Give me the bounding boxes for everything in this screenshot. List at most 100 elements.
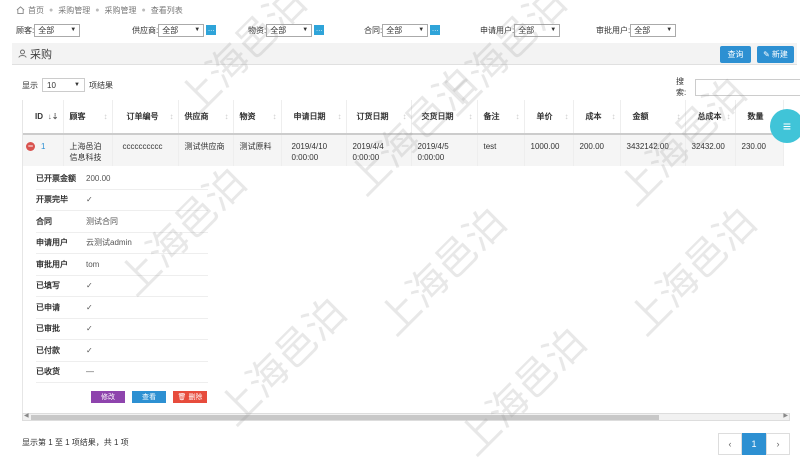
col-header-amount[interactable]: 金额 ↕ bbox=[620, 100, 686, 135]
detail-row-received: 已收货 — bbox=[36, 362, 208, 383]
scroll-left-icon[interactable]: ◀ bbox=[24, 412, 29, 419]
detail-label: 已填写 bbox=[36, 281, 60, 291]
table-summary: 显示第 1 至 1 项结果，共 1 项 bbox=[22, 438, 129, 447]
cell-total-cost: 32432.00 bbox=[685, 134, 736, 166]
cell-order-no: cccccccccc bbox=[112, 134, 179, 166]
collapse-row-icon[interactable]: − bbox=[26, 142, 35, 151]
dot-separator-icon: ● bbox=[141, 6, 146, 14]
query-button[interactable]: 查询 bbox=[720, 46, 751, 63]
detail-value: 200.00 bbox=[86, 173, 111, 183]
breadcrumb-item-procurement-2[interactable]: 采购管理 bbox=[104, 5, 136, 16]
detail-label: 开票完毕 bbox=[36, 195, 68, 205]
contract-select[interactable]: 全部 ▼ bbox=[382, 23, 429, 37]
detail-row-filled: 已填写 ✓ bbox=[36, 276, 208, 297]
customer-select[interactable]: 全部 ▼ bbox=[34, 23, 81, 37]
horizontal-scrollbar[interactable]: ◀ ▶ bbox=[22, 413, 790, 421]
breadcrumb: 首页 ● 采购管理 ● 采购管理 ● 查看列表 bbox=[0, 0, 800, 20]
new-button[interactable]: ✎ 新建 bbox=[757, 46, 794, 63]
detail-label: 已开票金额 bbox=[36, 173, 76, 183]
cell-amount: 3432142.00 bbox=[620, 134, 686, 166]
chevron-down-icon: ▼ bbox=[550, 27, 557, 33]
cell-remark: test bbox=[477, 134, 525, 166]
delete-button[interactable]: 🗑 删除 bbox=[173, 391, 207, 403]
material-filter: 物资: 全部 ▼ … bbox=[248, 23, 325, 37]
breadcrumb-item-home[interactable]: 首页 bbox=[28, 5, 44, 16]
detail-row-applicant: 申请用户 云测试admin bbox=[36, 233, 208, 254]
sort-icon: ↕ bbox=[272, 112, 277, 121]
chevron-down-icon: ▼ bbox=[194, 27, 201, 33]
cell-id-value: 1 bbox=[41, 142, 46, 151]
material-select[interactable]: 全部 ▼ bbox=[266, 23, 313, 37]
col-header-order-no[interactable]: 订单编号 ↕ bbox=[112, 100, 179, 135]
view-button[interactable]: 查看 bbox=[132, 391, 166, 403]
detail-row-approver: 审批用户 tom bbox=[36, 254, 208, 276]
chevron-down-icon: ▼ bbox=[418, 27, 425, 33]
col-header-supplier[interactable]: 供应商 ↕ bbox=[178, 100, 234, 135]
col-header-id[interactable]: ID ↓⇣ bbox=[23, 100, 64, 135]
show-label: 显示 bbox=[22, 80, 38, 90]
home-icon bbox=[16, 6, 25, 14]
page-button-1[interactable]: 1 bbox=[742, 433, 766, 455]
col-header-label: 单价 bbox=[536, 112, 553, 121]
col-header-delivery-date[interactable]: 交货日期 ↕ bbox=[411, 100, 478, 135]
detail-row-applied: 已申请 ✓ bbox=[36, 297, 208, 319]
new-button-label: 新建 bbox=[771, 50, 788, 59]
col-header-label: 顾客 bbox=[69, 112, 86, 121]
detail-value: tom bbox=[86, 259, 100, 269]
col-header-label: 成本 bbox=[585, 112, 602, 121]
prev-page-button[interactable]: ‹ bbox=[718, 433, 742, 455]
supplier-select-value: 全部 bbox=[162, 25, 179, 35]
edit-button[interactable]: 修改 bbox=[91, 391, 125, 403]
applicant-select-value: 全部 bbox=[518, 25, 535, 35]
material-select-value: 全部 bbox=[270, 25, 287, 35]
sort-icon: ↕ bbox=[337, 112, 342, 121]
material-quick-button[interactable]: … bbox=[314, 25, 325, 35]
col-header-apply-date[interactable]: 申请日期 ↕ bbox=[281, 100, 347, 135]
breadcrumb-item-procurement[interactable]: 采购管理 bbox=[58, 5, 90, 16]
approver-filter: 审批用户: 全部 ▼ bbox=[596, 23, 677, 37]
approver-select[interactable]: 全部 ▼ bbox=[630, 23, 677, 37]
customer-select-value: 全部 bbox=[38, 25, 55, 35]
supplier-quick-button[interactable]: … bbox=[206, 25, 217, 35]
detail-label: 合同 bbox=[36, 216, 52, 226]
chevron-down-icon: ▼ bbox=[666, 27, 673, 33]
col-header-total-cost[interactable]: 总成本 ↕ bbox=[685, 100, 736, 135]
sort-icon: ↕ bbox=[169, 112, 174, 121]
table-row[interactable]: −1 上海邑泊信息科技 cccccccccc 测试供应商 测试原料 2019/4… bbox=[23, 134, 784, 166]
check-icon: ✓ bbox=[86, 195, 93, 205]
sort-icon: ↕ bbox=[611, 112, 616, 121]
cell-supplier: 测试供应商 bbox=[178, 134, 234, 166]
col-header-order-date[interactable]: 订货日期 ↕ bbox=[346, 100, 412, 135]
col-header-customer[interactable]: 顾客 ↕ bbox=[63, 100, 113, 135]
col-header-cost[interactable]: 成本 ↕ bbox=[573, 100, 621, 135]
col-header-label: 订货日期 bbox=[356, 112, 389, 121]
cell-apply-date: 2019/4/10 0:00:00 bbox=[281, 134, 347, 166]
col-header-label: 物资 bbox=[239, 112, 256, 121]
cell-order-date: 2019/4/4 0:00:00 bbox=[346, 134, 412, 166]
col-header-material[interactable]: 物资 ↕ bbox=[233, 100, 282, 135]
scroll-right-icon[interactable]: ▶ bbox=[783, 412, 788, 419]
col-header-remark[interactable]: 备注 ↕ bbox=[477, 100, 525, 135]
cell-customer: 上海邑泊信息科技 bbox=[63, 134, 113, 166]
pagination: ‹ 1 › bbox=[718, 433, 790, 455]
col-header-label: 供应商 bbox=[184, 112, 209, 121]
applicant-select[interactable]: 全部 ▼ bbox=[514, 23, 561, 37]
filter-bar: 顾客: 全部 ▼ 供应商: 全部 ▼ … 物资: 全部 ▼ … 合同: 全部 ▼ … 申… bbox=[0, 20, 800, 40]
approver-select-value: 全部 bbox=[634, 25, 651, 35]
next-page-button[interactable]: › bbox=[766, 433, 790, 455]
supplier-select[interactable]: 全部 ▼ bbox=[158, 23, 205, 37]
col-header-label: ID bbox=[35, 112, 43, 121]
col-header-unit-price[interactable]: 单价 ↕ bbox=[524, 100, 574, 135]
hamburger-icon: ≡ bbox=[782, 118, 792, 134]
query-button-label: 查询 bbox=[727, 50, 744, 59]
col-header-label: 金额 bbox=[632, 112, 649, 121]
chevron-left-icon: ‹ bbox=[728, 439, 732, 449]
col-header-label: 申请日期 bbox=[293, 112, 326, 121]
menu-fab[interactable]: ≡ bbox=[770, 109, 800, 143]
detail-label: 审批用户 bbox=[36, 259, 68, 269]
supplier-filter-label: 供应商: bbox=[132, 25, 159, 35]
page-size-select[interactable]: 10 ▼ bbox=[42, 78, 85, 92]
search-input[interactable] bbox=[695, 78, 800, 96]
contract-quick-button[interactable]: … bbox=[430, 25, 441, 35]
scrollbar-thumb[interactable] bbox=[31, 415, 659, 420]
